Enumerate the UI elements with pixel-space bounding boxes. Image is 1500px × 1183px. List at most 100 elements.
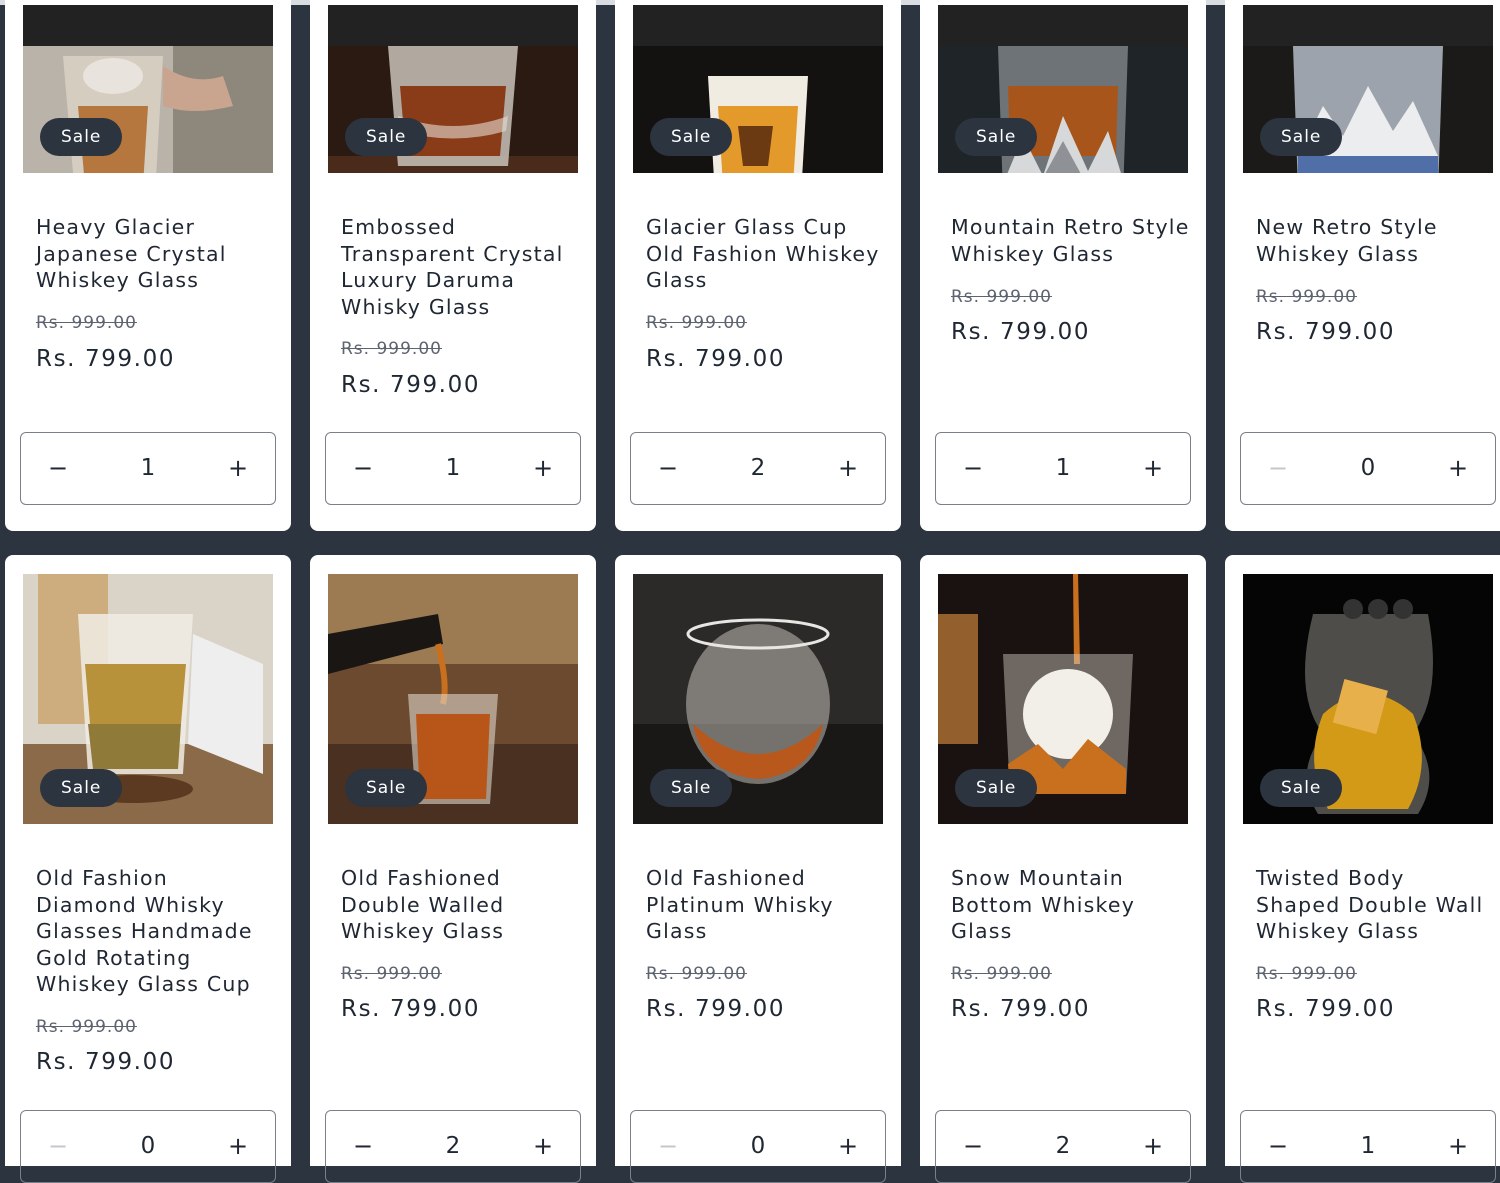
increase-quantity-button[interactable]: + bbox=[1118, 1111, 1188, 1181]
sale-price: Rs. 799.00 bbox=[1256, 996, 1396, 1022]
sale-badge: Sale bbox=[40, 118, 123, 156]
product-image[interactable]: Sale bbox=[328, 5, 578, 173]
sale-price: Rs. 799.00 bbox=[1256, 319, 1396, 345]
compare-at-price: Rs. 999.00 bbox=[646, 964, 747, 984]
decrease-quantity-button[interactable]: − bbox=[633, 433, 703, 503]
decrease-quantity-button[interactable]: − bbox=[633, 1111, 703, 1181]
increase-quantity-button[interactable]: + bbox=[203, 433, 273, 503]
sale-badge: Sale bbox=[345, 769, 428, 807]
quantity-stepper: − 1 + bbox=[325, 432, 581, 505]
quantity-value[interactable]: 0 bbox=[1311, 433, 1425, 503]
sale-price: Rs. 799.00 bbox=[646, 346, 786, 372]
product-image[interactable]: Sale bbox=[1243, 5, 1493, 173]
quantity-stepper: − 0 + bbox=[20, 1110, 276, 1183]
quantity-value[interactable]: 1 bbox=[1006, 433, 1120, 503]
compare-at-price: Rs. 999.00 bbox=[1256, 287, 1357, 307]
decrease-quantity-button[interactable]: − bbox=[23, 433, 93, 503]
quantity-value[interactable]: 0 bbox=[701, 1111, 815, 1181]
increase-quantity-button[interactable]: + bbox=[1118, 433, 1188, 503]
quantity-stepper: − 1 + bbox=[20, 432, 276, 505]
sale-badge: Sale bbox=[650, 118, 733, 156]
compare-at-price: Rs. 999.00 bbox=[1256, 964, 1357, 984]
product-card[interactable]: Sale Twisted Body Shaped Double Wall Whi… bbox=[1225, 555, 1500, 1183]
product-image[interactable]: Sale bbox=[23, 574, 273, 824]
decrease-quantity-button[interactable]: − bbox=[938, 433, 1008, 503]
sale-price: Rs. 799.00 bbox=[341, 372, 481, 398]
compare-at-price: Rs. 999.00 bbox=[646, 313, 747, 333]
product-card[interactable]: Sale Snow Mountain Bottom Whiskey Glass … bbox=[920, 555, 1206, 1183]
quantity-value[interactable]: 1 bbox=[1311, 1111, 1425, 1181]
decrease-quantity-button[interactable]: − bbox=[938, 1111, 1008, 1181]
sale-badge: Sale bbox=[955, 118, 1038, 156]
sale-price: Rs. 799.00 bbox=[341, 996, 481, 1022]
product-card[interactable]: Sale Heavy Glacier Japanese Crystal Whis… bbox=[5, 0, 291, 531]
increase-quantity-button[interactable]: + bbox=[1423, 433, 1493, 503]
product-card[interactable]: Sale Embossed Transparent Crystal Luxury… bbox=[310, 0, 596, 531]
quantity-stepper: − 1 + bbox=[935, 432, 1191, 505]
quantity-value[interactable]: 2 bbox=[701, 433, 815, 503]
quantity-value[interactable]: 2 bbox=[1006, 1111, 1120, 1181]
sale-badge: Sale bbox=[345, 118, 428, 156]
decrease-quantity-button[interactable]: − bbox=[1243, 1111, 1313, 1181]
product-image[interactable]: Sale bbox=[938, 574, 1188, 824]
quantity-value[interactable]: 0 bbox=[91, 1111, 205, 1181]
quantity-stepper: − 2 + bbox=[630, 432, 886, 505]
sale-price: Rs. 799.00 bbox=[951, 996, 1091, 1022]
increase-quantity-button[interactable]: + bbox=[508, 433, 578, 503]
sale-badge: Sale bbox=[1260, 118, 1343, 156]
product-card[interactable]: Sale Old Fashion Diamond Whisky Glasses … bbox=[5, 555, 291, 1183]
product-card[interactable]: Sale Mountain Retro Style Whiskey Glass … bbox=[920, 0, 1206, 531]
product-image[interactable]: Sale bbox=[633, 574, 883, 824]
increase-quantity-button[interactable]: + bbox=[203, 1111, 273, 1181]
quantity-value[interactable]: 1 bbox=[91, 433, 205, 503]
quantity-stepper: − 2 + bbox=[325, 1110, 581, 1183]
increase-quantity-button[interactable]: + bbox=[813, 433, 883, 503]
product-card[interactable]: Sale New Retro Style Whiskey Glass Rs. 9… bbox=[1225, 0, 1500, 531]
sale-price: Rs. 799.00 bbox=[646, 996, 786, 1022]
compare-at-price: Rs. 999.00 bbox=[36, 1017, 137, 1037]
product-card[interactable]: Sale Old Fashioned Double Walled Whiskey… bbox=[310, 555, 596, 1183]
increase-quantity-button[interactable]: + bbox=[1423, 1111, 1493, 1181]
sale-badge: Sale bbox=[1260, 769, 1343, 807]
product-card[interactable]: Sale Old Fashioned Platinum Whisky Glass… bbox=[615, 555, 901, 1183]
sale-badge: Sale bbox=[40, 769, 123, 807]
increase-quantity-button[interactable]: + bbox=[813, 1111, 883, 1181]
sale-price: Rs. 799.00 bbox=[36, 1049, 176, 1075]
sale-badge: Sale bbox=[650, 769, 733, 807]
decrease-quantity-button[interactable]: − bbox=[328, 1111, 398, 1181]
sale-price: Rs. 799.00 bbox=[951, 319, 1091, 345]
product-title[interactable]: Snow Mountain Bottom Whiskey Glass bbox=[951, 865, 1191, 945]
compare-at-price: Rs. 999.00 bbox=[36, 313, 137, 333]
product-image[interactable]: Sale bbox=[938, 5, 1188, 173]
product-title[interactable]: Embossed Transparent Crystal Luxury Daru… bbox=[341, 214, 581, 320]
quantity-stepper: − 0 + bbox=[630, 1110, 886, 1183]
product-title[interactable]: New Retro Style Whiskey Glass bbox=[1256, 214, 1496, 267]
product-image[interactable]: Sale bbox=[1243, 574, 1493, 824]
sale-price: Rs. 799.00 bbox=[36, 346, 176, 372]
product-title[interactable]: Old Fashion Diamond Whisky Glasses Handm… bbox=[36, 865, 276, 998]
product-image[interactable]: Sale bbox=[328, 574, 578, 824]
quantity-stepper: − 0 + bbox=[1240, 432, 1496, 505]
compare-at-price: Rs. 999.00 bbox=[341, 339, 442, 359]
compare-at-price: Rs. 999.00 bbox=[341, 964, 442, 984]
product-title[interactable]: Mountain Retro Style Whiskey Glass bbox=[951, 214, 1191, 267]
increase-quantity-button[interactable]: + bbox=[508, 1111, 578, 1181]
quantity-value[interactable]: 1 bbox=[396, 433, 510, 503]
decrease-quantity-button[interactable]: − bbox=[1243, 433, 1313, 503]
product-title[interactable]: Twisted Body Shaped Double Wall Whiskey … bbox=[1256, 865, 1496, 945]
product-title[interactable]: Old Fashioned Double Walled Whiskey Glas… bbox=[341, 865, 581, 945]
product-card[interactable]: Sale Glacier Glass Cup Old Fashion Whisk… bbox=[615, 0, 901, 531]
product-title[interactable]: Glacier Glass Cup Old Fashion Whiskey Gl… bbox=[646, 214, 886, 294]
quantity-stepper: − 2 + bbox=[935, 1110, 1191, 1183]
decrease-quantity-button[interactable]: − bbox=[23, 1111, 93, 1181]
product-image[interactable]: Sale bbox=[633, 5, 883, 173]
compare-at-price: Rs. 999.00 bbox=[951, 964, 1052, 984]
quantity-value[interactable]: 2 bbox=[396, 1111, 510, 1181]
product-title[interactable]: Old Fashioned Platinum Whisky Glass bbox=[646, 865, 886, 945]
product-image[interactable]: Sale bbox=[23, 5, 273, 173]
product-title[interactable]: Heavy Glacier Japanese Crystal Whiskey G… bbox=[36, 214, 276, 294]
sale-badge: Sale bbox=[955, 769, 1038, 807]
quantity-stepper: − 1 + bbox=[1240, 1110, 1496, 1183]
decrease-quantity-button[interactable]: − bbox=[328, 433, 398, 503]
compare-at-price: Rs. 999.00 bbox=[951, 287, 1052, 307]
